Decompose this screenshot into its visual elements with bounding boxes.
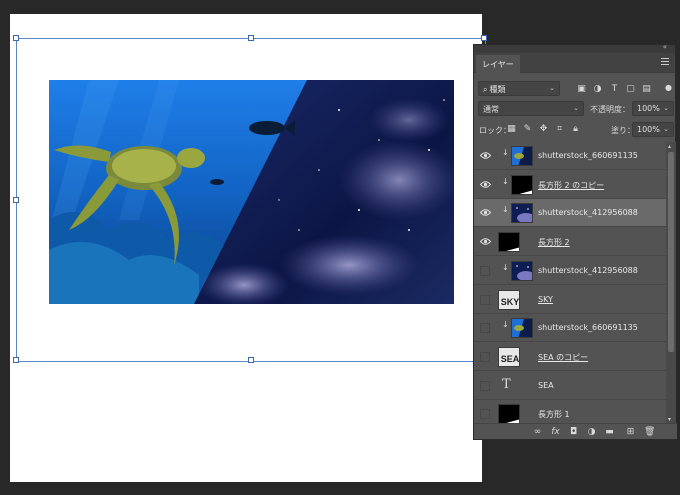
layer-row[interactable]: SKY SKY xyxy=(474,286,666,314)
scroll-down-icon[interactable]: ▾ xyxy=(668,416,671,423)
resize-handle-bottom-left[interactable] xyxy=(13,357,19,363)
resize-handle-top-right[interactable] xyxy=(481,35,487,41)
layer-name[interactable]: shutterstock_412956088 xyxy=(538,266,638,275)
layer-name[interactable]: SEA xyxy=(538,381,554,390)
adjustment-layer-icon[interactable]: ◑ xyxy=(586,427,597,438)
eye-icon[interactable] xyxy=(479,151,492,160)
link-layers-icon[interactable]: ∞ xyxy=(532,427,543,438)
shape-filter-icon[interactable]: ▢ xyxy=(625,84,636,95)
filter-row: ⌕ 種類 ⌄ ▣ ◑ T ▢ ▤ ● xyxy=(474,80,677,98)
panel-menu-icon[interactable] xyxy=(661,58,669,66)
scrollbar-thumb[interactable] xyxy=(668,152,674,352)
clipping-mask-icon: ↓ xyxy=(502,205,509,215)
image-filter-icon[interactable]: ▣ xyxy=(576,84,587,95)
type-filter-icon[interactable]: T xyxy=(609,84,620,95)
tab-layers[interactable]: レイヤー xyxy=(476,55,520,73)
clipping-mask-icon: ↓ xyxy=(502,176,509,186)
scroll-up-icon[interactable]: ▴ xyxy=(668,143,671,150)
layer-thumbnail: SEA xyxy=(498,346,520,367)
lock-transparent-icon[interactable]: ▦ xyxy=(506,124,517,135)
layer-row[interactable]: ↓ shutterstock_660691135 xyxy=(474,142,666,170)
layer-row[interactable]: ↓ shutterstock_412956088 xyxy=(474,199,666,228)
lock-row: ロック： ▦ ✎ ✥ ⌗ 🔒︎ 塗り： 100% ⌄ xyxy=(474,121,677,139)
layer-row[interactable]: SEA SEA のコピー xyxy=(474,343,666,371)
clipping-mask-icon: ↓ xyxy=(502,320,509,330)
layer-thumbnail xyxy=(498,404,520,424)
opacity-field[interactable]: 100% ⌄ xyxy=(632,101,674,116)
lock-all-icon[interactable]: 🔒︎ xyxy=(570,124,581,135)
layer-name[interactable]: SEA のコピー xyxy=(538,352,588,363)
visibility-toggle[interactable] xyxy=(480,351,490,362)
layer-row[interactable]: ↓ shutterstock_660691135 xyxy=(474,314,666,343)
thumb-sky-text: SKY xyxy=(501,297,520,307)
search-icon: ⌕ xyxy=(483,85,488,94)
lock-brush-icon[interactable]: ✎ xyxy=(522,124,533,135)
visibility-toggle[interactable] xyxy=(480,294,490,305)
eye-icon[interactable] xyxy=(479,208,492,217)
opacity-label: 不透明度： xyxy=(590,105,630,114)
layer-thumbnail xyxy=(511,260,533,281)
eye-icon[interactable] xyxy=(479,237,492,246)
layer-row[interactable]: 長方形 1 xyxy=(474,400,666,424)
visibility-toggle[interactable] xyxy=(480,265,490,276)
layer-thumbnail xyxy=(511,174,533,195)
resize-handle-bottom[interactable] xyxy=(248,357,254,363)
layer-name[interactable]: 長方形 1 xyxy=(538,409,570,420)
visibility-toggle[interactable] xyxy=(480,323,490,334)
layer-thumbnail xyxy=(511,203,533,224)
layer-thumbnail xyxy=(511,318,533,339)
blend-row: 通常 ⌄ 不透明度： 100% ⌄ xyxy=(474,100,677,118)
delete-layer-icon[interactable]: 🗑︎ xyxy=(644,427,655,438)
clipping-mask-icon: ↓ xyxy=(502,148,509,157)
layer-name[interactable]: shutterstock_412956088 xyxy=(538,208,638,217)
adjustment-filter-icon[interactable]: ◑ xyxy=(592,84,603,95)
chevron-down-icon: ⌄ xyxy=(573,104,579,112)
transform-bounding-box[interactable] xyxy=(13,35,487,363)
filter-toggle-icon[interactable]: ● xyxy=(663,82,674,93)
layer-row[interactable]: 長方形 2 xyxy=(474,228,666,257)
resize-handle-left[interactable] xyxy=(13,197,19,203)
lock-artboard-icon[interactable]: ⌗ xyxy=(554,124,565,135)
layer-name[interactable]: 長方形 2 のコピー xyxy=(538,180,604,191)
eye-icon[interactable] xyxy=(479,180,492,189)
layer-thumbnail xyxy=(498,232,520,253)
layers-list: ↓ shutterstock_660691135 ↓ 長方形 2 のコピー ↓ shutt… xyxy=(474,142,666,424)
layer-name[interactable]: shutterstock_660691135 xyxy=(538,323,638,332)
layer-thumbnail xyxy=(511,146,533,166)
panel-tabbar: レイヤー xyxy=(474,53,675,73)
layer-row[interactable]: ↓ shutterstock_412956088 xyxy=(474,257,666,285)
blend-mode-dropdown[interactable]: 通常 ⌄ xyxy=(478,101,584,116)
collapse-icon[interactable]: « xyxy=(663,43,667,51)
new-layer-icon[interactable]: ⊞ xyxy=(625,427,636,438)
layer-name[interactable]: shutterstock_660691135 xyxy=(538,151,638,160)
visibility-toggle[interactable] xyxy=(480,380,490,391)
layer-name[interactable]: SKY xyxy=(538,295,553,304)
layers-panel: « レイヤー ⌕ 種類 ⌄ ▣ ◑ T ▢ ▤ ● 通常 ⌄ 不透明度： 100%… xyxy=(473,43,677,440)
chevron-down-icon: ⌄ xyxy=(549,84,555,92)
layer-thumbnail: SKY xyxy=(498,289,520,310)
new-group-icon[interactable]: ▬ xyxy=(604,427,615,438)
layers-bottom-bar: ∞ fx ◘ ◑ ▬ ⊞ 🗑︎ xyxy=(474,423,677,439)
type-layer-icon: T xyxy=(502,376,511,392)
smart-object-filter-icon[interactable]: ▤ xyxy=(641,84,652,95)
clipping-mask-icon: ↓ xyxy=(502,262,509,272)
resize-handle-top-left[interactable] xyxy=(13,35,19,41)
resize-handle-top[interactable] xyxy=(248,35,254,41)
visibility-toggle[interactable] xyxy=(480,409,490,420)
chevron-down-icon: ⌄ xyxy=(663,104,669,112)
fill-field[interactable]: 100% ⌄ xyxy=(632,122,674,137)
svg-text:SEA: SEA xyxy=(501,354,520,364)
layer-name[interactable]: 長方形 2 xyxy=(538,237,570,248)
filter-kind-dropdown[interactable]: ⌕ 種類 ⌄ xyxy=(478,81,560,96)
add-mask-icon[interactable]: ◘ xyxy=(568,427,579,438)
chevron-down-icon: ⌄ xyxy=(663,125,669,133)
layers-scrollbar[interactable]: ▴ ▾ xyxy=(666,142,676,424)
fx-icon[interactable]: fx xyxy=(550,427,561,438)
lock-position-icon[interactable]: ✥ xyxy=(538,124,549,135)
layer-row[interactable]: ↓ 長方形 2 のコピー xyxy=(474,171,666,199)
panel-header-strip: « xyxy=(474,43,675,53)
layer-row[interactable]: T SEA xyxy=(474,372,666,400)
